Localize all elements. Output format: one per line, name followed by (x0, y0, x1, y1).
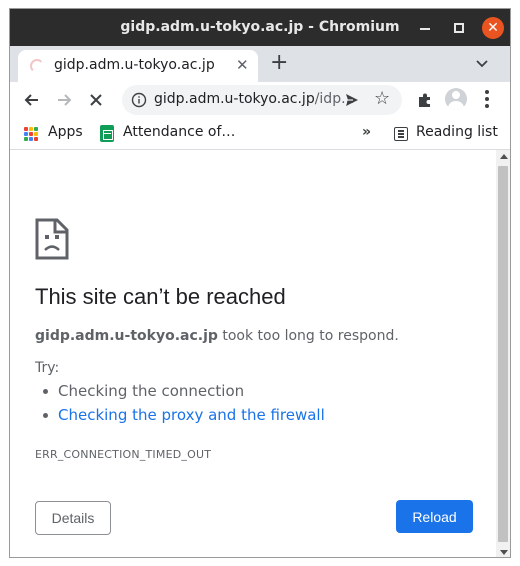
minimize-icon (420, 28, 430, 30)
avatar-head (452, 91, 460, 99)
menu-dot (485, 97, 489, 101)
error-description: gidp.adm.u-tokyo.ac.jp took too long to … (35, 328, 399, 344)
url-host: gidp.adm.u-tokyo.ac.jp (154, 91, 315, 107)
send-icon[interactable] (344, 92, 360, 108)
page-title: This site can’t be reached (35, 284, 286, 309)
scroll-down-arrow-icon[interactable] (500, 550, 508, 555)
reading-list-line (398, 133, 404, 135)
maximize-button[interactable] (448, 17, 470, 39)
menu-dot (485, 104, 489, 108)
apps-dot (34, 127, 38, 131)
scrollbar[interactable] (496, 150, 510, 557)
reload-button[interactable]: Reload (396, 500, 473, 533)
reading-list-line (398, 136, 404, 138)
bookmark-attendance[interactable]: Attendance of… (123, 124, 235, 140)
apps-dot (29, 127, 33, 131)
error-page: This site can’t be reached gidp.adm.u-to… (10, 150, 496, 557)
suggestion-item: Checking the connection (43, 382, 245, 400)
close-window-button[interactable]: ✕ (482, 17, 504, 39)
apps-dot (29, 132, 33, 136)
apps-dot (34, 137, 38, 141)
bullet (43, 389, 48, 394)
suggestion-link[interactable]: Checking the proxy and the firewall (58, 406, 325, 424)
kebab-menu-icon[interactable] (484, 90, 490, 111)
bookmark-apps[interactable]: Apps (48, 124, 83, 140)
apps-grid-icon[interactable] (24, 127, 38, 141)
sad-page-icon (35, 218, 69, 260)
maximize-icon (454, 23, 464, 33)
details-button[interactable]: Details (35, 501, 111, 535)
apps-dot (24, 137, 28, 141)
info-icon[interactable] (131, 92, 147, 108)
close-icon: ✕ (487, 20, 499, 36)
suggestion-text: Checking the connection (58, 382, 245, 400)
reading-list-button[interactable]: Reading list (416, 124, 498, 140)
error-code: ERR_CONNECTION_TIMED_OUT (35, 448, 212, 461)
url-text[interactable]: gidp.adm.u-tokyo.ac.jp/idp... (154, 91, 354, 107)
error-message: took too long to respond. (217, 328, 399, 344)
loading-spinner-icon (30, 59, 44, 73)
sheets-icon (100, 125, 114, 142)
tab-active[interactable]: gidp.adm.u-tokyo.ac.jp ✕ (18, 50, 258, 82)
title-bar: gidp.adm.u-tokyo.ac.jp - Chromium ✕ (10, 9, 510, 46)
minimize-button[interactable] (414, 17, 436, 39)
apps-dot (29, 137, 33, 141)
scroll-thumb[interactable] (498, 166, 508, 542)
avatar-body (448, 101, 464, 110)
browser-window: gidp.adm.u-tokyo.ac.jp - Chromium ✕ gidp… (9, 8, 511, 558)
puzzle-icon[interactable] (415, 90, 435, 110)
bookmarks-bar: Apps Attendance of… » Reading list (10, 118, 510, 150)
tab-close-icon[interactable]: ✕ (236, 56, 249, 74)
forward-arrow-icon[interactable] (54, 90, 74, 110)
suggestion-item[interactable]: Checking the proxy and the firewall (43, 406, 325, 424)
apps-dot (24, 132, 28, 136)
bookmarks-overflow-button[interactable]: » (362, 124, 371, 140)
address-bar[interactable]: gidp.adm.u-tokyo.ac.jp/idp... (122, 85, 402, 115)
new-tab-button[interactable]: + (270, 52, 288, 74)
error-host: gidp.adm.u-tokyo.ac.jp (35, 328, 218, 344)
star-icon[interactable]: ☆ (374, 88, 390, 109)
bullet (43, 413, 48, 418)
apps-dot (34, 132, 38, 136)
reading-list-icon[interactable] (394, 127, 408, 141)
avatar-icon[interactable] (445, 88, 467, 110)
stop-icon[interactable] (86, 90, 106, 110)
toolbar: gidp.adm.u-tokyo.ac.jp/idp... ☆ (10, 82, 510, 118)
reading-list-line (398, 130, 404, 132)
tab-title: gidp.adm.u-tokyo.ac.jp (54, 57, 215, 73)
apps-dot (24, 127, 28, 131)
try-label: Try: (35, 360, 60, 376)
chevron-down-icon[interactable] (474, 55, 490, 71)
back-arrow-icon[interactable] (22, 90, 42, 110)
tab-strip: gidp.adm.u-tokyo.ac.jp ✕ + (10, 46, 510, 82)
scroll-up-arrow-icon[interactable] (500, 154, 508, 159)
menu-dot (485, 90, 489, 94)
